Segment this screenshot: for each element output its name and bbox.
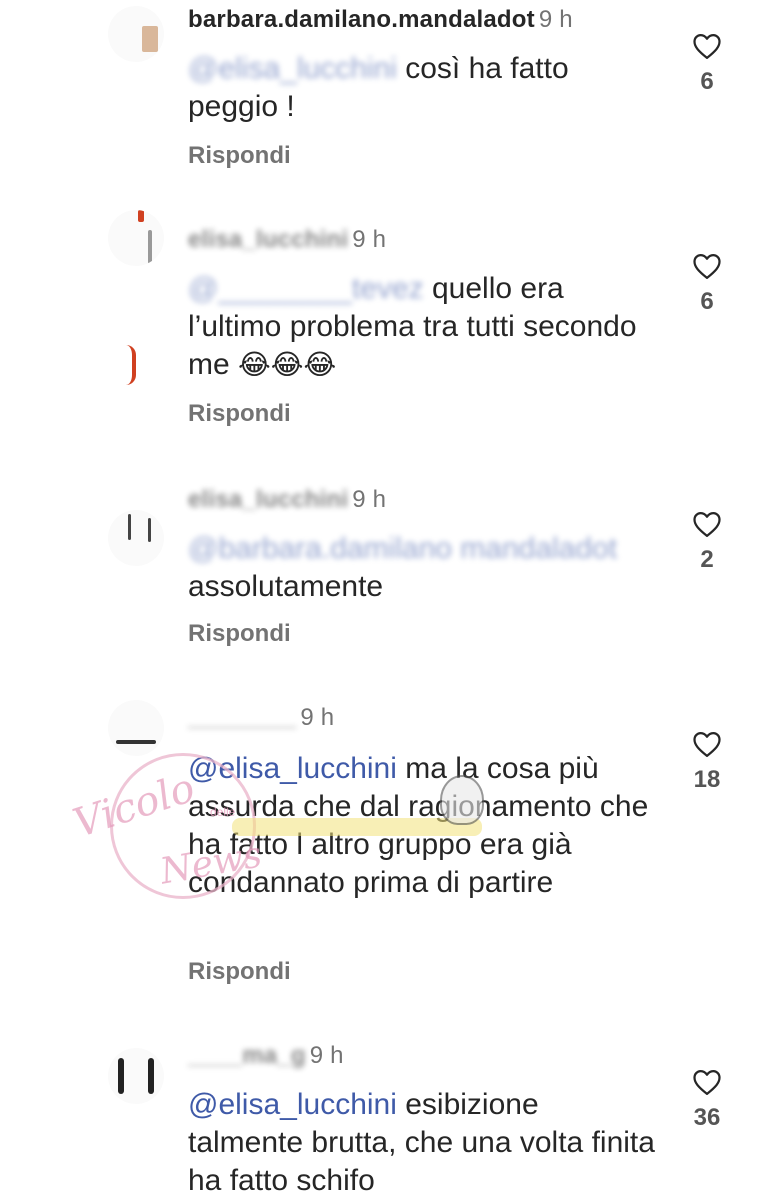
comment-text: @elisa_lucchini esibizione talmente brut… [188,1086,658,1200]
like-button[interactable]: 6 [690,32,724,96]
reply-button[interactable]: Rispondi [188,620,291,648]
avatar[interactable] [108,210,164,266]
comment-username-line: ________ 9 h [188,704,334,732]
comment-time: 9 h [352,486,387,513]
comment-username[interactable]: barbara.damilano.mandaladot [188,6,535,33]
comment-username[interactable]: ________ [188,704,296,731]
heart-outline-icon[interactable] [690,32,724,60]
comment-text: @________tevez quello era l’ultimo probl… [188,270,658,384]
like-button[interactable]: 36 [690,1068,724,1132]
like-count: 6 [700,68,714,95]
like-count: 18 [693,766,721,793]
watermark-avatar-icon [440,775,484,825]
comment-mention[interactable]: @elisa_lucchini [188,752,397,785]
heart-outline-icon[interactable] [690,1068,724,1096]
comment-username-line: barbara.damilano.mandaladot 9 h [188,6,573,34]
avatar[interactable] [108,6,164,62]
laughing-emoji: 😂😂😂 [238,349,337,380]
comment-mention[interactable]: @________tevez [188,272,424,305]
reply-button[interactable]: Rispondi [188,958,291,986]
avatar[interactable] [108,1048,164,1104]
comment-time: 9 h [300,704,335,731]
reply-button[interactable]: Rispondi [188,400,291,428]
comment-text: @barbara.damilano mandaladot assolutamen… [188,530,658,606]
heart-outline-icon[interactable] [690,252,724,280]
comment-mention[interactable]: @elisa_lucchini [188,52,397,85]
comment-time: 9 h [538,6,573,33]
reply-button[interactable]: Rispondi [188,142,291,170]
comment-text: @elisa_lucchini così ha fatto peggio ! [188,50,658,126]
avatar-decoration [124,345,136,385]
like-count: 36 [693,1104,721,1131]
comment-username[interactable]: elisa_lucchini [188,226,348,253]
comment-mention[interactable]: @elisa_lucchini [188,1088,397,1121]
comment-mention[interactable]: @barbara.damilano mandaladot [188,532,617,565]
comment-username-line: ____ma_g 9 h [188,1042,344,1070]
like-button[interactable]: 18 [690,730,724,794]
heart-outline-icon[interactable] [690,510,724,538]
heart-outline-icon[interactable] [690,730,724,758]
like-button[interactable]: 6 [690,252,724,316]
like-count: 2 [700,546,714,573]
like-button[interactable]: 2 [690,510,724,574]
comment-time: 9 h [309,1042,344,1069]
comment-username-line: elisa_lucchini 9 h [188,486,386,514]
avatar[interactable] [108,700,164,756]
watermark-banner [232,818,482,836]
like-count: 6 [700,288,714,315]
comment-time: 9 h [352,226,387,253]
comment-username[interactable]: ____ma_g [188,1042,306,1069]
avatar[interactable] [108,510,164,566]
comment-username[interactable]: elisa_lucchini [188,486,348,513]
comment-username-line: elisa_lucchini 9 h [188,226,386,254]
comment-body: assolutamente [188,570,384,603]
watermark-text: Vicolo [67,764,201,848]
